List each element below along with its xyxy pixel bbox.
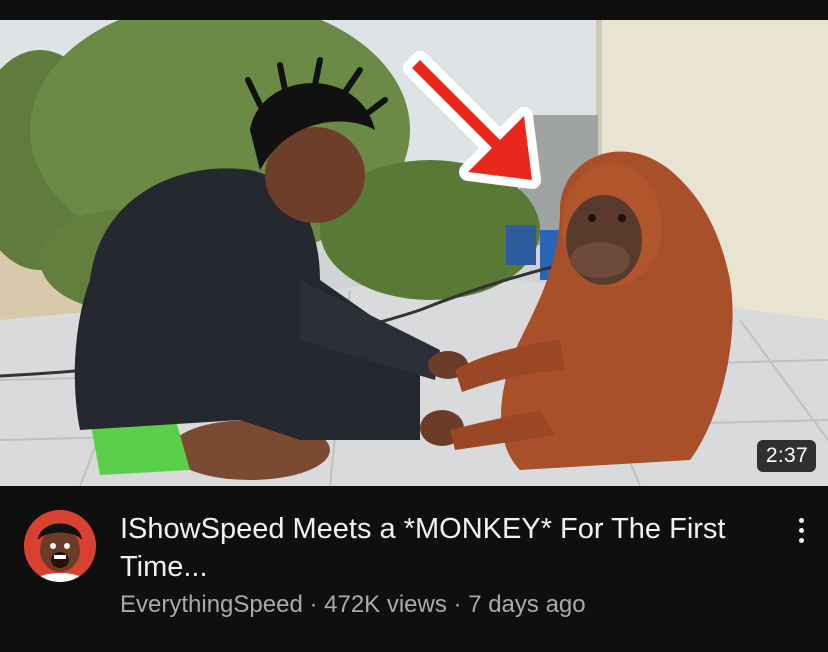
channel-avatar[interactable] (24, 510, 96, 582)
more-vertical-icon[interactable] (786, 510, 816, 550)
video-meta: IShowSpeed Meets a *MONKEY* For The Firs… (0, 486, 828, 652)
separator: · (446, 591, 469, 618)
upload-age: 7 days ago (468, 591, 586, 618)
avatar-image (24, 510, 96, 582)
channel-name[interactable]: EverythingSpeed (120, 591, 303, 618)
view-count: 472K views (324, 591, 447, 618)
top-bar (0, 0, 828, 20)
video-subline: EverythingSpeed · 472K views · 7 days ag… (120, 590, 586, 620)
menu-dot (798, 537, 804, 543)
separator: · (302, 591, 325, 618)
menu-dot (798, 527, 804, 533)
video-title[interactable]: IShowSpeed Meets a *MONKEY* For The Firs… (120, 510, 740, 586)
duration-badge: 2:37 (756, 440, 816, 472)
thumbnail-image (0, 20, 828, 486)
video-thumbnail[interactable]: 2:37 (0, 20, 828, 486)
menu-dot (798, 517, 804, 523)
